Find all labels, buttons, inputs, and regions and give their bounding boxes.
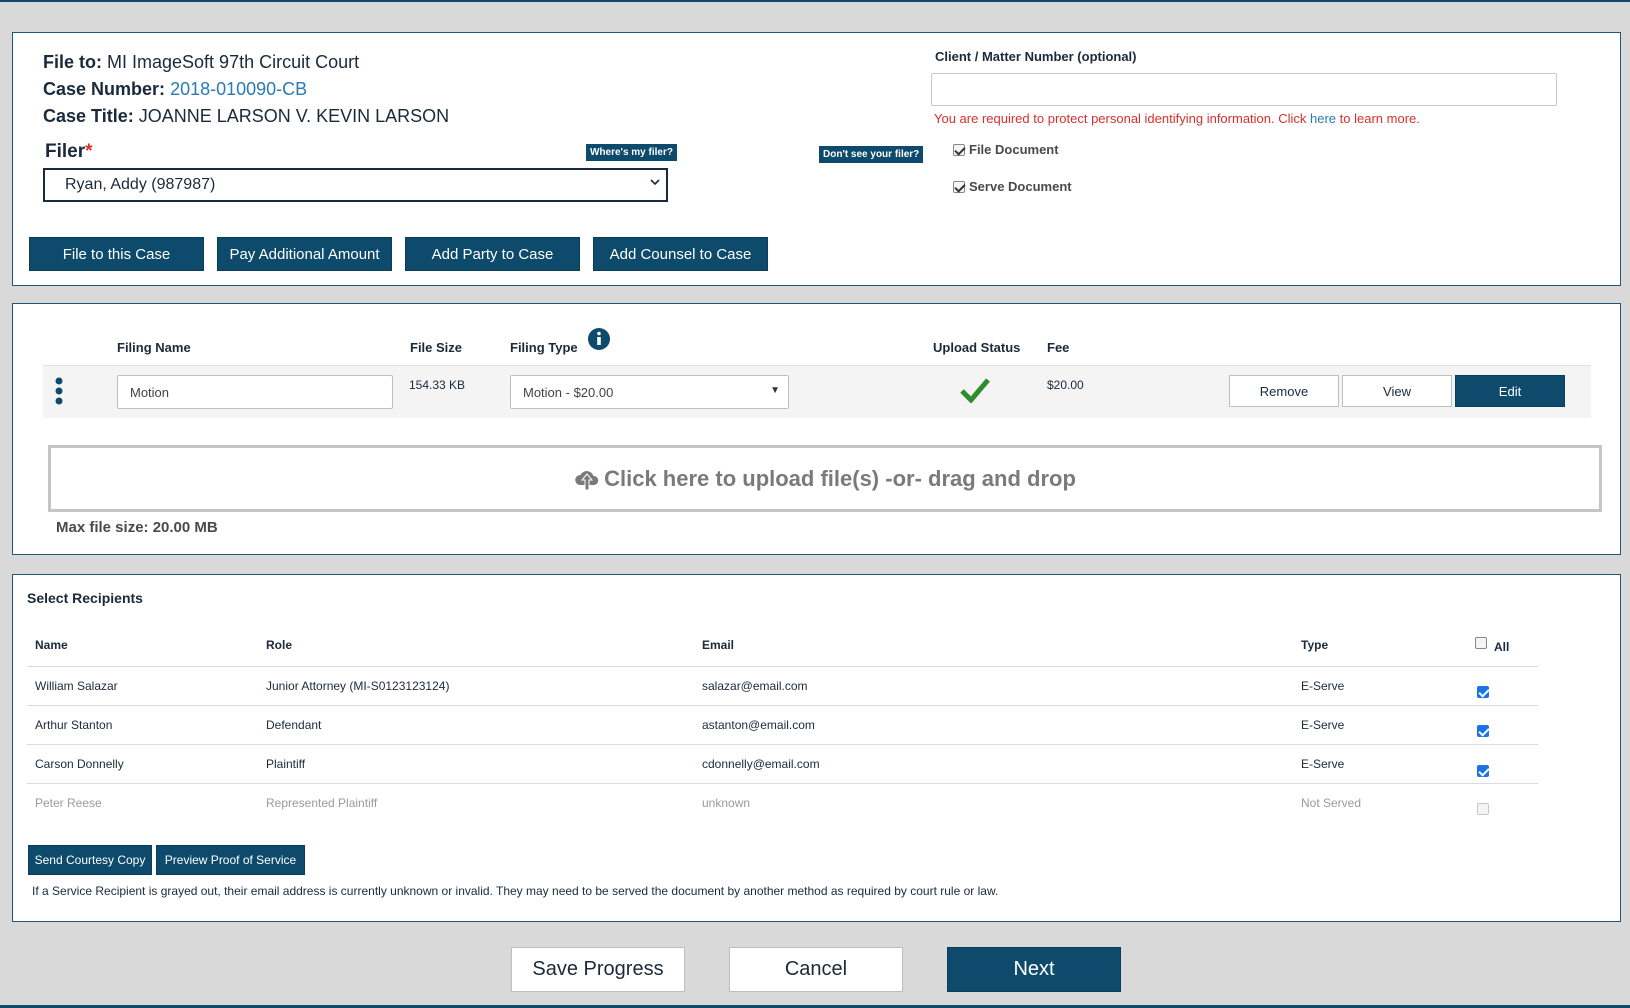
preview-proof-of-service-button[interactable]: Preview Proof of Service — [156, 845, 305, 875]
required-asterisk: * — [85, 141, 93, 162]
recipients-panel: Select Recipients Name Role Email Type A… — [12, 574, 1621, 922]
upload-success-check-icon — [960, 378, 990, 403]
recipient-name-header: Name — [35, 638, 68, 652]
save-progress-button[interactable]: Save Progress — [511, 947, 685, 992]
client-matter-label: Client / Matter Number (optional) — [935, 49, 1137, 64]
filing-type-header: Filing Type — [510, 340, 578, 355]
recipient-name: William Salazar — [35, 679, 118, 693]
filer-selected-value: Ryan, Addy (987987) — [65, 176, 216, 193]
recipient-role: Junior Attorney (MI-S0123123124) — [266, 679, 450, 693]
recipient-type: E-Serve — [1301, 757, 1345, 771]
recipient-email: salazar@email.com — [702, 679, 808, 693]
filing-name-header: Filing Name — [117, 340, 191, 355]
row-divider — [27, 666, 1538, 667]
filer-label: Filer* — [45, 141, 93, 162]
filing-row: Motion 154.33 KB Motion - $20.00 ▼ $20.0… — [43, 366, 1591, 418]
recipient-role: Defendant — [266, 718, 322, 732]
client-matter-input[interactable] — [931, 73, 1557, 106]
filings-panel: Filing Name File Size Filing Type Upload… — [12, 303, 1621, 555]
pii-warning: You are required to protect personal ide… — [934, 111, 1420, 126]
recipient-checkbox[interactable] — [1477, 686, 1489, 698]
recipient-checkbox[interactable] — [1477, 765, 1489, 777]
row-divider — [27, 783, 1538, 784]
recipient-name-disabled: Peter Reese — [35, 796, 102, 810]
top-accent-line — [0, 0, 1630, 2]
recipient-name: Arthur Stanton — [35, 718, 113, 732]
select-all-checkbox[interactable] — [1475, 637, 1487, 649]
filer-select[interactable]: Ryan, Addy (987987) — [43, 168, 668, 202]
filing-type-select[interactable]: Motion - $20.00 ▼ — [510, 375, 789, 409]
serve-document-label: Serve Document — [969, 179, 1072, 194]
upload-dropzone[interactable]: Click here to upload file(s) -or- drag a… — [48, 445, 1602, 512]
case-number-line: Case Number: 2018-010090-CB — [43, 79, 307, 100]
case-info-panel: File to: MI ImageSoft 97th Circuit Court… — [12, 32, 1621, 286]
case-title-line: Case Title: JOANNE LARSON V. KEVIN LARSO… — [43, 106, 449, 127]
recipient-checkbox[interactable] — [1477, 725, 1489, 737]
recipient-email-header: Email — [702, 638, 735, 652]
recipient-name: Carson Donnelly — [35, 757, 124, 771]
recipient-email: cdonnelly@email.com — [702, 757, 820, 771]
fee-header: Fee — [1047, 340, 1070, 355]
recipient-type: E-Serve — [1301, 718, 1345, 732]
case-number-label: Case Number: — [43, 79, 166, 99]
recipient-email-disabled: unknown — [702, 796, 751, 810]
send-courtesy-copy-button[interactable]: Send Courtesy Copy — [28, 845, 152, 875]
file-document-checkbox[interactable] — [953, 144, 965, 156]
add-party-button[interactable]: Add Party to Case — [405, 237, 580, 271]
file-size-value: 154.33 KB — [409, 378, 466, 392]
recipient-role-disabled: Represented Plaintiff — [266, 796, 378, 810]
dont-see-filer-button[interactable]: Don't see your filer? — [819, 146, 924, 163]
file-to-case-button[interactable]: File to this Case — [29, 237, 204, 271]
case-title-label: Case Title: — [43, 106, 134, 126]
view-filing-button[interactable]: View — [1342, 375, 1452, 407]
upload-text: Click here to upload file(s) -or- drag a… — [604, 465, 1076, 491]
info-icon[interactable] — [587, 327, 611, 351]
edit-filing-button[interactable]: Edit — [1455, 375, 1565, 407]
cloud-upload-icon — [575, 470, 599, 490]
serve-document-checkbox[interactable] — [953, 181, 965, 193]
pii-learn-more-link[interactable]: here — [1310, 111, 1336, 126]
row-divider — [27, 744, 1538, 745]
row-divider — [27, 705, 1538, 706]
max-file-size: Max file size: 20.00 MB — [56, 519, 218, 536]
remove-filing-button[interactable]: Remove — [1229, 375, 1339, 407]
add-counsel-button[interactable]: Add Counsel to Case — [593, 237, 768, 271]
recipient-type: E-Serve — [1301, 679, 1345, 693]
grayed-out-note: If a Service Recipient is grayed out, th… — [32, 884, 999, 898]
filing-name-input[interactable]: Motion — [117, 375, 393, 409]
case-number-link[interactable]: 2018-010090-CB — [170, 79, 307, 99]
next-button[interactable]: Next — [947, 947, 1121, 992]
file-to-label: File to: — [43, 52, 102, 72]
file-to-value: MI ImageSoft 97th Circuit Court — [107, 52, 360, 72]
select-all-label: All — [1494, 640, 1510, 654]
file-document-label: File Document — [969, 142, 1059, 157]
dropdown-arrow-icon: ▼ — [770, 385, 780, 396]
recipient-type-header: Type — [1301, 638, 1329, 652]
case-title-value: JOANNE LARSON V. KEVIN LARSON — [138, 106, 450, 126]
upload-status-header: Upload Status — [933, 340, 1021, 355]
fee-value: $20.00 — [1047, 378, 1084, 392]
recipient-role-header: Role — [266, 638, 293, 652]
file-size-header: File Size — [410, 340, 463, 355]
select-recipients-title: Select Recipients — [27, 590, 143, 606]
pay-additional-amount-button[interactable]: Pay Additional Amount — [217, 237, 392, 271]
chevron-down-icon — [650, 179, 660, 186]
recipient-role: Plaintiff — [266, 757, 306, 771]
wheres-my-filer-button[interactable]: Where's my filer? — [586, 144, 677, 161]
recipient-type-disabled: Not Served — [1301, 796, 1362, 810]
file-to-line: File to: MI ImageSoft 97th Circuit Court — [43, 52, 359, 73]
cancel-button[interactable]: Cancel — [729, 947, 903, 992]
recipient-checkbox-disabled — [1477, 803, 1489, 815]
recipient-email: astanton@email.com — [702, 718, 815, 732]
drag-handle-icon[interactable] — [55, 376, 63, 406]
